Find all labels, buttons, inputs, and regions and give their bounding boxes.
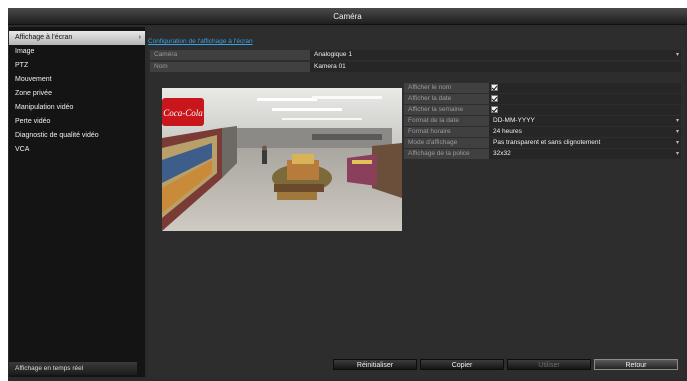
show-week-checkbox[interactable]: [491, 106, 498, 113]
chevron-down-icon: ▾: [675, 129, 679, 135]
time-format-label: Format horaire: [404, 127, 489, 137]
chevron-down-icon: ▾: [675, 52, 679, 58]
apply-button[interactable]: Utiliser: [507, 359, 591, 370]
sidebar-item-video-quality-diagnostic[interactable]: Diagnostic de qualité vidéo: [9, 129, 145, 143]
sidebar-item-label: Diagnostic de qualité vidéo: [15, 132, 99, 139]
camera-value: Analogique 1: [310, 50, 681, 60]
time-format-select[interactable]: Format horaire 24 heures ▾: [404, 127, 681, 137]
sidebar-item-label: PTZ: [15, 62, 29, 69]
date-format-value: DD-MM-YYYY: [489, 116, 681, 126]
display-mode-label: Mode d'affichage: [404, 138, 489, 148]
show-week-value: [489, 105, 681, 115]
font-size-label: Affichage de la police: [404, 149, 489, 159]
back-button[interactable]: Retour: [594, 359, 678, 370]
sidebar-item-ptz[interactable]: PTZ: [9, 59, 145, 73]
show-name-row: Afficher le nom: [404, 83, 681, 93]
time-format-value: 24 heures: [489, 127, 681, 137]
show-name-value: [489, 83, 681, 93]
store-scene-illustration: Coca-Cola: [162, 88, 402, 231]
camera-label: Caméra: [150, 50, 310, 60]
main-panel: Configuration de l'affichage à l'écran C…: [148, 27, 685, 377]
show-name-checkbox[interactable]: [491, 84, 498, 91]
chevron-down-icon: ▾: [675, 151, 679, 157]
preview-sign-text: Coca-Cola: [163, 108, 203, 118]
sidebar-item-vca[interactable]: VCA: [9, 143, 145, 157]
sidebar-item-label: Affichage à l'écran: [15, 34, 73, 41]
copy-button[interactable]: Copier: [420, 359, 504, 370]
show-date-label: Afficher la date: [404, 94, 489, 104]
show-name-label: Afficher le nom: [404, 83, 489, 93]
show-week-row: Afficher la semaine: [404, 105, 681, 115]
sidebar-item-label: Manipulation vidéo: [15, 104, 74, 111]
date-format-label: Format de la date: [404, 116, 489, 126]
show-week-label: Afficher la semaine: [404, 105, 489, 115]
window-title: Caméra: [8, 8, 687, 25]
sidebar-item-video-tampering[interactable]: Manipulation vidéo: [9, 101, 145, 115]
show-date-value: [489, 94, 681, 104]
name-value: Kamera 01: [310, 62, 681, 72]
font-size-value: 32x32: [489, 149, 681, 159]
chevron-down-icon: ▾: [675, 140, 679, 146]
camera-settings-window: Caméra Affichage à l'écran › Image PTZ M…: [8, 8, 687, 381]
sidebar: Affichage à l'écran › Image PTZ Mouvemen…: [9, 27, 145, 377]
sidebar-item-motion[interactable]: Mouvement: [9, 73, 145, 87]
display-mode-select[interactable]: Mode d'affichage Pas transparent et sans…: [404, 138, 681, 148]
section-title-link[interactable]: Configuration de l'affichage à l'écran: [148, 38, 253, 45]
sidebar-item-label: VCA: [15, 146, 30, 153]
live-view-button[interactable]: Affichage en temps réel: [9, 362, 137, 375]
name-label: Nom: [150, 62, 310, 72]
sidebar-item-label: Image: [15, 48, 35, 55]
font-size-select[interactable]: Affichage de la police 32x32 ▾: [404, 149, 681, 159]
sidebar-item-label: Zone privée: [15, 90, 52, 97]
sidebar-item-video-loss[interactable]: Perte vidéo: [9, 115, 145, 129]
name-field[interactable]: Nom Kamera 01: [150, 62, 681, 72]
reset-button[interactable]: Réinitialiser: [333, 359, 417, 370]
camera-select[interactable]: Caméra Analogique 1 ▾: [150, 50, 681, 60]
sidebar-item-label: Perte vidéo: [15, 118, 51, 125]
chevron-down-icon: ▾: [675, 118, 679, 124]
show-date-checkbox[interactable]: [491, 95, 498, 102]
display-mode-value: Pas transparent et sans clignotement: [489, 138, 681, 148]
sidebar-item-osd[interactable]: Affichage à l'écran ›: [9, 31, 145, 45]
chevron-right-icon: ›: [138, 34, 141, 41]
sidebar-item-label: Mouvement: [15, 76, 52, 83]
show-date-row: Afficher la date: [404, 94, 681, 104]
sidebar-item-image[interactable]: Image: [9, 45, 145, 59]
sidebar-item-privacy-zone[interactable]: Zone privée: [9, 87, 145, 101]
date-format-select[interactable]: Format de la date DD-MM-YYYY ▾: [404, 116, 681, 126]
camera-preview-image[interactable]: Coca-Cola: [162, 88, 402, 231]
